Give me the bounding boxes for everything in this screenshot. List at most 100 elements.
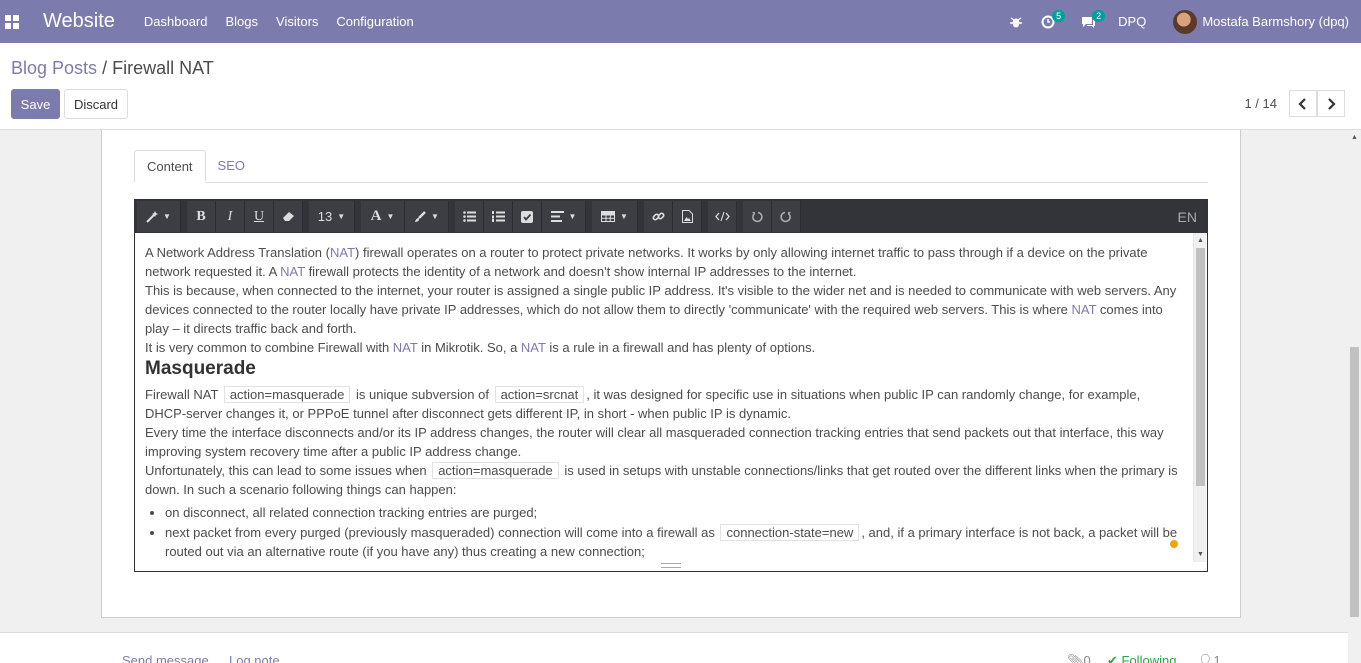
font-size-value: 13 [317,209,333,224]
resize-handle[interactable] [661,563,681,568]
systray: 5 2 DPQ Mostafa Barmshory (dpq) [1000,0,1361,43]
nat-text: NAT [520,340,546,355]
editor-scrollbar[interactable]: ▲ ▼ [1193,233,1206,562]
company-switcher[interactable]: DPQ [1112,0,1164,43]
user-menu[interactable]: Mostafa Barmshory (dpq) [1164,0,1361,43]
language-button[interactable]: EN [1178,209,1197,225]
html-editor: ▼ B I U 13 ▼ A ▼ ▼ ▼ ▼ EN A Network Addr… [134,199,1208,572]
font-size-dropdown[interactable]: 13 ▼ [309,201,355,232]
editor-content[interactable]: A Network Address Translation (NAT) fire… [135,233,1193,562]
paragraph: Unfortunately, this can lead to some iss… [145,461,1183,499]
list-item: next packet from every purged (previousl… [165,523,1183,561]
scroll-up-icon[interactable]: ▲ [1197,237,1204,244]
breadcrumb-parent[interactable]: Blog Posts [11,58,97,78]
chevron-right-icon [1328,97,1336,110]
nat-text: NAT [1071,302,1097,317]
italic-button[interactable]: I [216,201,245,232]
user-name: Mostafa Barmshory (dpq) [1202,14,1349,29]
activity-button[interactable]: 5 [1032,0,1072,43]
save-button[interactable]: Save [11,89,60,119]
redo-button[interactable] [772,201,801,232]
menu-blogs[interactable]: Blogs [217,14,268,29]
attachments-button[interactable]: 📎︎0 [1067,653,1091,663]
check-icon: ✔ [1107,653,1122,663]
code-view-button[interactable] [708,201,737,232]
tab-content[interactable]: Content [134,150,206,183]
paragraph: Every time the interface disconnects and… [145,425,1164,459]
avatar [1173,9,1198,34]
breadcrumb-separator: / [102,58,108,78]
send-message-button[interactable]: Send message [122,653,209,663]
media-button[interactable] [673,201,702,232]
ordered-list-button[interactable] [484,201,513,232]
user-icon: 👤︎ [1197,653,1214,663]
editor-toolbar: ▼ B I U 13 ▼ A ▼ ▼ ▼ ▼ EN [135,200,1207,233]
pager-value[interactable]: 1 / 14 [1244,96,1277,111]
messages-badge: 2 [1092,10,1106,22]
text: in Mikrotik. So, a [417,340,521,355]
status-dot-icon [1170,540,1178,548]
menu-dashboard[interactable]: Dashboard [135,14,217,29]
paragraph: This is because, when connected to the i… [145,281,1183,338]
eraser-button[interactable] [274,201,303,232]
table-dropdown[interactable]: ▼ [592,201,638,232]
underline-button[interactable]: U [245,201,274,232]
text: firewall protects the identity of a netw… [304,264,857,279]
inline-code: action=masquerade [432,462,559,479]
pager-previous-button[interactable] [1289,90,1317,117]
menu-configuration[interactable]: Configuration [327,14,422,29]
text: is unique subversion of [352,387,493,402]
text: Firewall NAT [145,387,222,402]
font-color-dropdown[interactable]: A ▼ [361,201,405,232]
inline-code: action=masquerade [223,386,351,403]
unordered-list-button[interactable] [455,201,484,232]
main-menu: Dashboard Blogs Visitors Configuration [135,14,423,29]
checklist-button[interactable] [513,201,542,232]
undo-button[interactable] [743,201,772,232]
following-label: Following [1121,653,1177,663]
text: next packet from every purged (previousl… [165,525,719,540]
inline-code: action=srcnat [494,386,585,403]
link-icon [651,212,665,221]
list-ul-icon [462,211,476,222]
tab-seo[interactable]: SEO [206,150,257,183]
top-navbar: Website Dashboard Blogs Visitors Configu… [0,0,1361,43]
app-brand[interactable]: Website [43,10,115,33]
scroll-up-icon[interactable]: ▲ [1351,134,1358,141]
magic-wand-icon [146,210,159,223]
page-scroll-thumb[interactable] [1350,347,1359,617]
pager-next-button[interactable] [1317,90,1345,117]
paragraph-dropdown[interactable]: ▼ [542,201,586,232]
text: This is because, when connected to the i… [145,283,1177,317]
menu-visitors[interactable]: Visitors [267,14,327,29]
debug-icon[interactable] [1000,0,1032,43]
apps-menu-icon[interactable] [5,14,19,29]
followers-button[interactable]: 👤︎1 [1197,653,1221,663]
style-dropdown[interactable]: ▼ [137,201,181,232]
breadcrumb-current: Firewall NAT [112,58,214,78]
highlight-dropdown[interactable]: ▼ [405,201,449,232]
check-square-icon [521,210,533,223]
chatter: Send message Log note 📎︎0 ✔ Following 👤︎… [0,632,1348,663]
paragraph: Firewall NAT action=masquerade is unique… [145,385,1183,423]
control-panel: Blog Posts / Firewall NAT Save Discard 1… [0,43,1361,130]
editor-scroll-thumb[interactable] [1196,248,1205,486]
following-button[interactable]: ✔ Following [1107,653,1176,663]
activity-badge: 5 [1052,10,1066,22]
log-note-button[interactable]: Log note [229,653,280,663]
table-icon [601,211,616,222]
messaging-button[interactable]: 2 [1072,0,1112,43]
section-heading: Masquerade [145,358,256,379]
text: is a rule in a firewall and has plenty o… [545,340,816,355]
bold-button[interactable]: B [187,201,216,232]
redo-icon [780,211,791,222]
eraser-icon [282,212,294,221]
page-scrollbar[interactable]: ▲ [1348,130,1361,663]
followers-count: 1 [1213,653,1221,663]
undo-icon [752,211,763,222]
paragraph: A Network Address Translation (NAT) fire… [145,243,1183,281]
link-button[interactable] [644,201,673,232]
discard-button[interactable]: Discard [64,89,128,119]
chevron-left-icon [1298,97,1306,110]
scroll-down-icon[interactable]: ▼ [1197,551,1204,558]
